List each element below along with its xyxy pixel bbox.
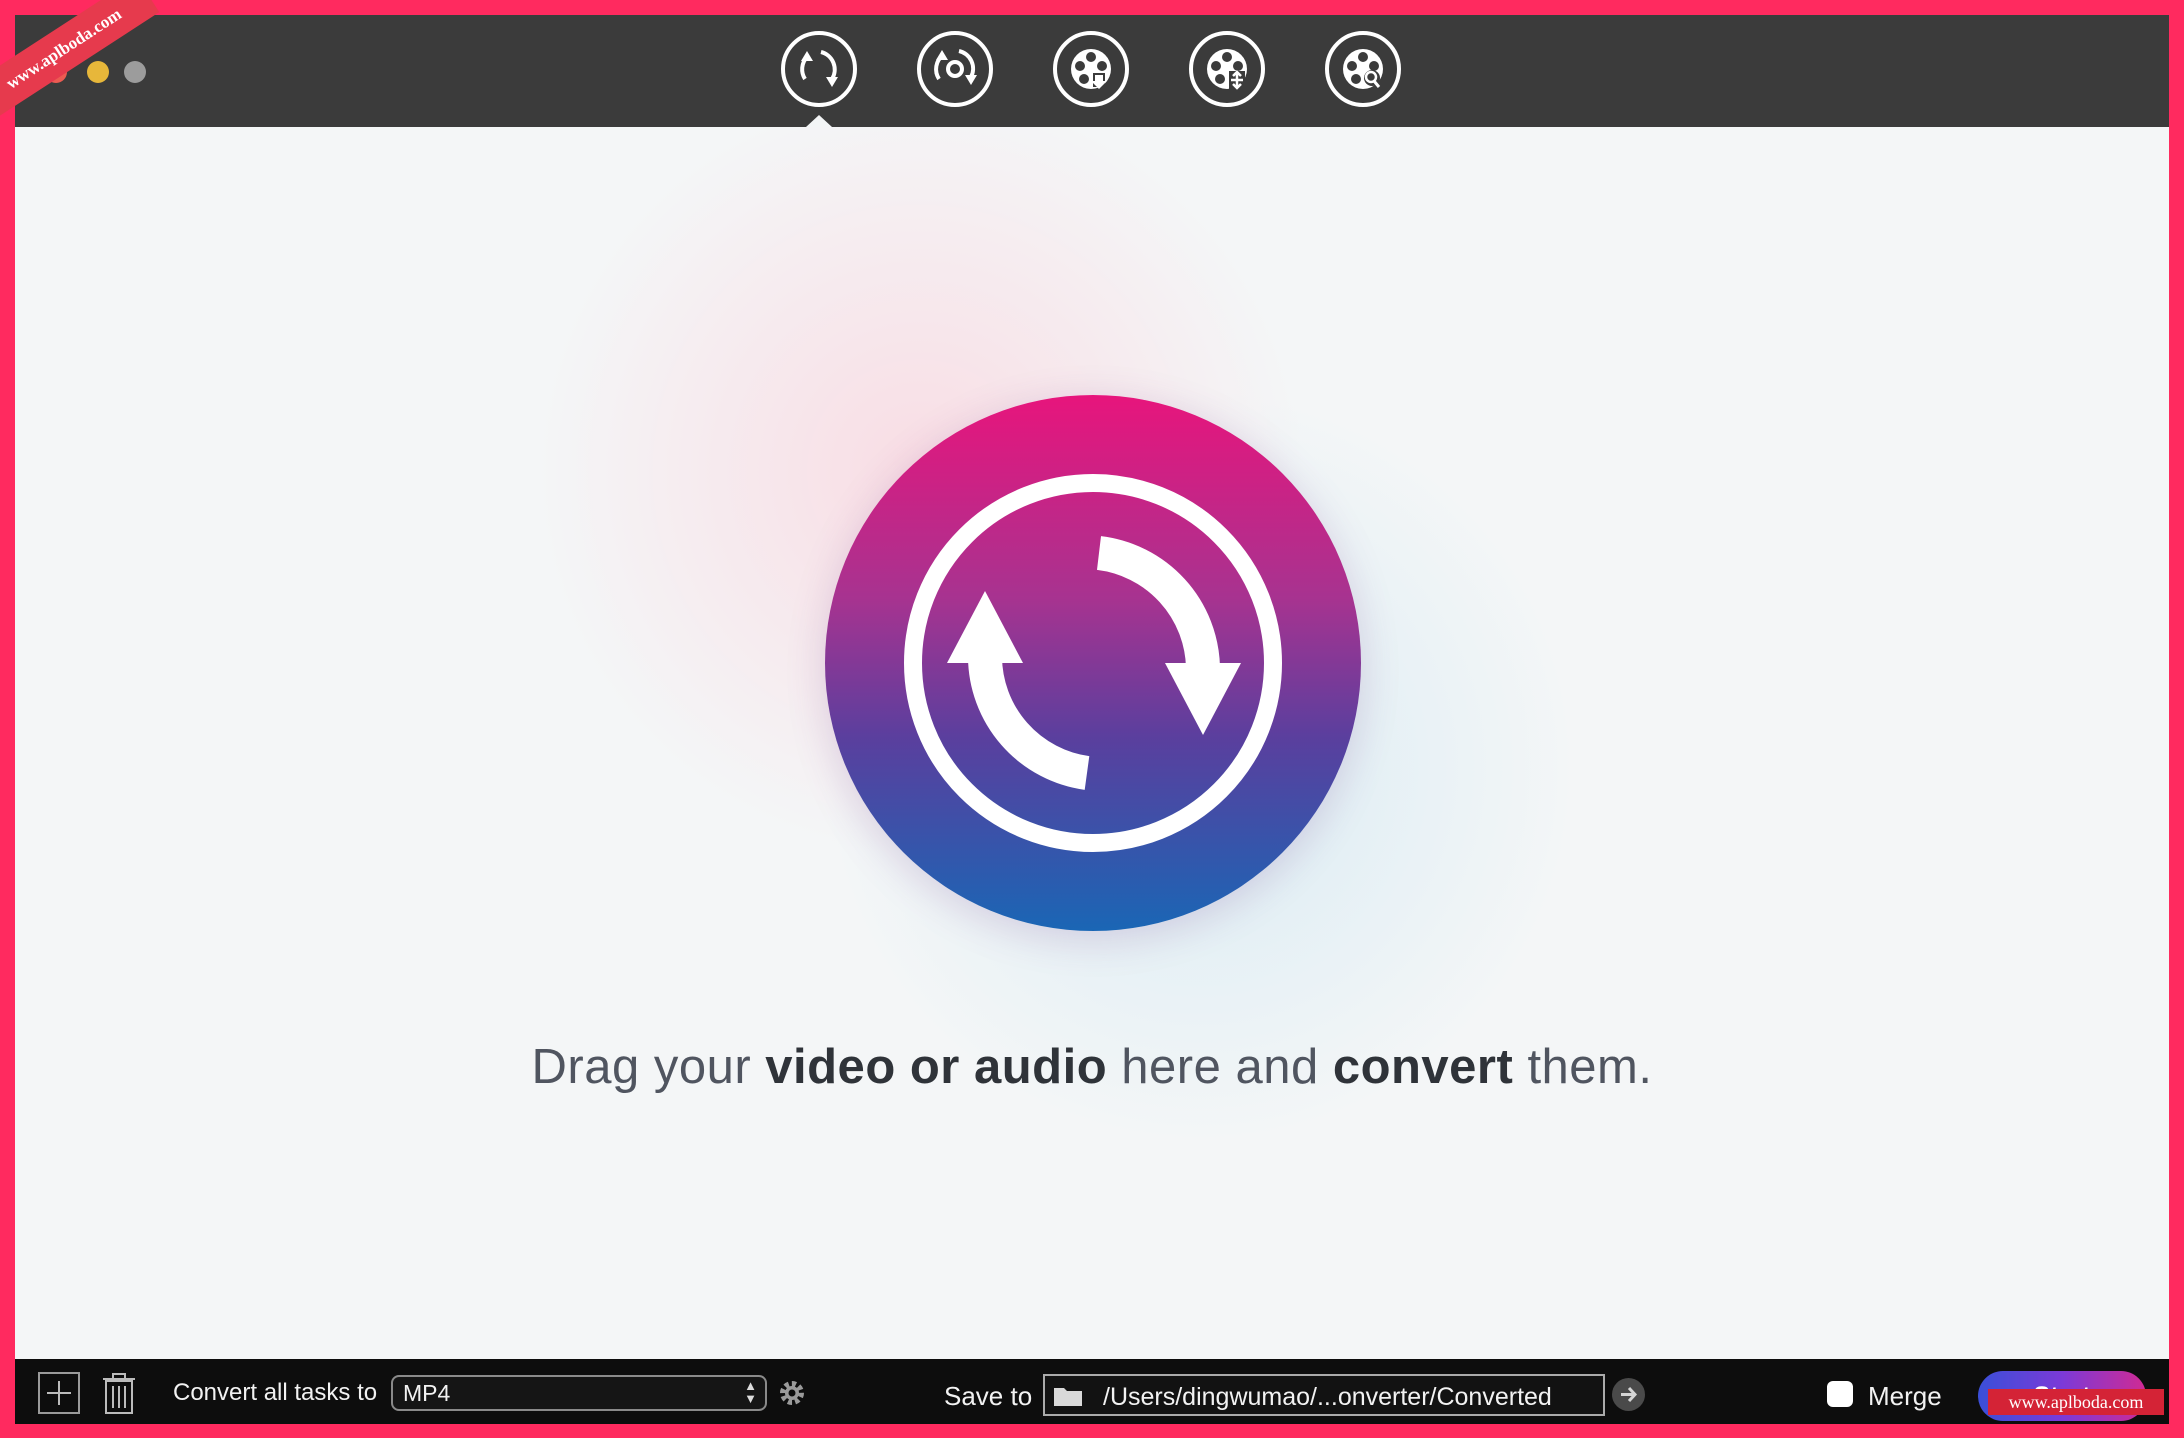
convert-arrows-icon	[904, 474, 1282, 852]
open-folder-button[interactable]	[1612, 1378, 1645, 1411]
tool-convert[interactable]	[781, 31, 857, 107]
tool-rotate[interactable]	[917, 31, 993, 107]
add-file-button[interactable]	[37, 1371, 81, 1415]
merge-checkbox[interactable]	[1827, 1381, 1853, 1407]
trash-icon	[103, 1373, 135, 1414]
drop-text-convert: convert	[1332, 1040, 1514, 1094]
bottom-bar: Convert all tasks to MP4 ▲ ▼ Save to /Use…	[15, 1359, 2169, 1424]
title-bar	[15, 15, 2169, 127]
convert-icon	[800, 50, 838, 87]
output-format-value: MP4	[403, 1380, 451, 1406]
drop-text-part2: here and	[1107, 1040, 1333, 1094]
add-icon	[38, 1372, 80, 1414]
save-path-value: /Users/dingwumao/...onverter/Converted	[1103, 1383, 1552, 1411]
drop-text-media: video or audio	[765, 1040, 1108, 1094]
film-compress-icon	[1207, 49, 1247, 90]
output-format-select[interactable]: MP4 ▲ ▼	[391, 1375, 767, 1411]
gear-icon[interactable]	[777, 1378, 807, 1408]
tool-compress[interactable]	[1189, 31, 1265, 107]
tool-record[interactable]	[1325, 31, 1401, 107]
drop-instructions: Drag your video or audio here and conver…	[15, 1039, 2169, 1095]
folder-icon	[1054, 1388, 1082, 1406]
convert-logo	[825, 395, 1361, 931]
drop-zone[interactable]: Drag your video or audio here and conver…	[15, 127, 2169, 1359]
drop-text-part3: them.	[1513, 1040, 1653, 1094]
merge-label: Merge	[1868, 1381, 1942, 1411]
arrow-right-icon	[1621, 1386, 1638, 1403]
film-download-icon	[1071, 49, 1111, 89]
selected-tool-indicator	[806, 115, 832, 127]
save-to-label: Save to	[944, 1381, 1033, 1411]
convert-all-label: Convert all tasks to	[173, 1379, 378, 1406]
footer-watermark: www.aplboda.com	[1988, 1389, 2164, 1415]
rotate-video-icon	[934, 49, 977, 85]
film-record-icon	[1343, 49, 1383, 89]
tool-download[interactable]	[1053, 31, 1129, 107]
tool-switcher	[15, 31, 2169, 111]
select-arrows-icon: ▲ ▼	[744, 1378, 757, 1406]
app-window: Drag your video or audio here and conver…	[15, 15, 2169, 1424]
drop-text-part1: Drag your	[531, 1040, 766, 1094]
save-path-field[interactable]: /Users/dingwumao/...onverter/Converted	[1043, 1374, 1605, 1416]
delete-button[interactable]	[97, 1371, 141, 1415]
